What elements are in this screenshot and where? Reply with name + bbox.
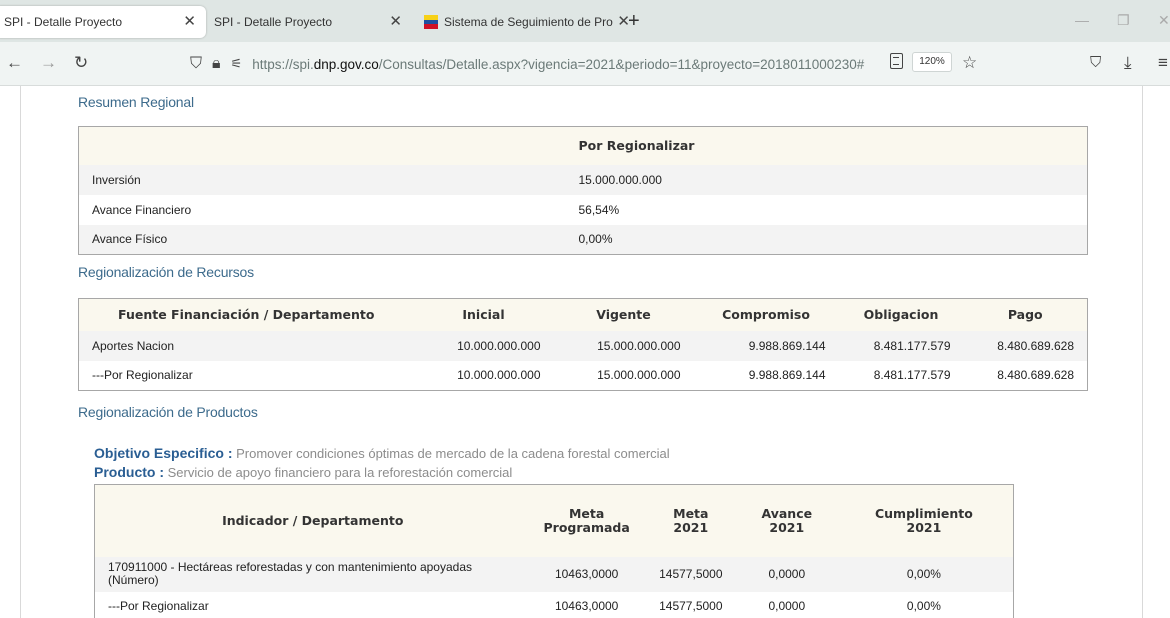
menu-icon[interactable]: ≡ — [1158, 53, 1168, 73]
objetivo-value: Promover condiciones óptimas de mercado … — [236, 446, 670, 461]
table-row: ---Por Regionalizar 10463,0000 14577,500… — [94, 591, 1014, 618]
reader-view-icon[interactable] — [890, 53, 903, 69]
header-cell: Pago — [1007, 307, 1043, 323]
table-row: ---Por Regionalizar 10.000.000.000 15.00… — [78, 360, 1088, 391]
cell-meta-2021: 14577,5000 — [659, 567, 723, 581]
objetivo-especifico: Objetivo Especifico : Promover condicion… — [94, 445, 670, 461]
minimize-icon[interactable]: — — [1075, 12, 1089, 28]
cell-compromiso: 9.988.869.144 — [748, 338, 826, 353]
producto-value: Servicio de apoyo financiero para la ref… — [167, 465, 513, 480]
header-cell: Meta 2021 — [673, 505, 709, 535]
cell-inicial: 10.000.000.000 — [457, 368, 541, 383]
resumen-regional-title: Resumen Regional — [78, 94, 194, 110]
cell-avance-2021: 0,0000 — [768, 599, 806, 614]
close-icon[interactable]: ✕ — [389, 13, 402, 31]
row-value: 15.000.000.000 — [578, 172, 662, 187]
tab-strip: SPI - Detalle Proyecto ✕ SPI - Detalle P… — [0, 0, 1170, 42]
table-row: Inversión 15.000.000.000 — [78, 164, 1088, 195]
download-icon[interactable]: ⤓ — [1124, 53, 1132, 73]
row-label: Aportes Nacion — [92, 338, 175, 353]
cell-avance-2021: 0,0000 — [768, 567, 806, 581]
regionalizacion-productos-table: Indicador / Departamento Meta Programada … — [94, 484, 1014, 618]
row-label: Avance Financiero — [92, 202, 192, 217]
forward-arrow-icon[interactable]: → — [40, 53, 57, 73]
row-label: 170911000 - Hectáreas reforestadas y con… — [108, 560, 473, 587]
table-row: Avance Físico 0,00% — [78, 224, 1088, 255]
header-cell: Por Regionalizar — [578, 138, 695, 154]
cell-cumplimiento-2021: 0,00% — [906, 567, 941, 581]
content-frame-left — [20, 86, 21, 618]
cell-pago: 8.480.689.628 — [997, 368, 1074, 383]
header-cell: Avance 2021 — [761, 505, 813, 535]
back-arrow-icon[interactable]: ← — [6, 53, 23, 73]
objetivo-label: Objetivo Especifico : — [94, 445, 233, 461]
zoom-level[interactable]: 120% — [912, 52, 952, 72]
cell-compromiso: 9.988.869.144 — [748, 368, 826, 383]
page-content: Resumen Regional Por Regionalizar Invers… — [0, 86, 1170, 618]
cell-inicial: 10.000.000.000 — [457, 338, 541, 353]
row-label: ---Por Regionalizar — [92, 368, 193, 383]
reload-icon[interactable]: ↻ — [74, 53, 88, 73]
lock-icon[interactable]: 🔒︎ — [212, 55, 221, 73]
pocket-icon[interactable]: ⛉ — [1090, 53, 1101, 73]
cell-obligacion: 8.481.177.579 — [873, 338, 951, 353]
cell-vigente: 15.000.000.000 — [597, 338, 681, 353]
header-cell: Cumplimiento 2021 — [874, 505, 973, 535]
navigation-toolbar: ← → ↻ ⛉ 🔒︎ ⚟ https://spi.dnp.gov.co/Cons… — [0, 42, 1170, 86]
table-header-row: Por Regionalizar — [78, 126, 1088, 165]
colombia-flag-icon — [424, 15, 438, 29]
regionalizacion-recursos-table: Fuente Financiación / Departamento Inici… — [78, 298, 1088, 391]
tab-title: Sistema de Seguimiento de Pro — [444, 15, 613, 29]
regionalizacion-productos-title: Regionalización de Productos — [78, 404, 258, 420]
content-frame-right — [1142, 86, 1143, 618]
cell-meta-programada: 10463,0000 — [554, 567, 619, 581]
new-tab-plus-icon[interactable]: + — [628, 10, 640, 32]
cell-obligacion: 8.481.177.579 — [873, 368, 951, 383]
row-value: 0,00% — [578, 232, 613, 247]
regionalizacion-recursos-title: Regionalización de Recursos — [78, 264, 254, 280]
header-cell: Compromiso — [722, 307, 810, 323]
tab-sistema[interactable]: Sistema de Seguimiento de Pro ✕ — [414, 6, 650, 38]
tab-title: SPI - Detalle Proyecto — [4, 15, 123, 29]
tab-spi-detalle-1[interactable]: SPI - Detalle Proyecto ✕ — [0, 6, 206, 38]
cell-pago: 8.480.689.628 — [997, 338, 1074, 353]
header-cell — [79, 127, 566, 165]
shield-icon[interactable]: ⛉ — [190, 55, 202, 73]
row-label: Inversión — [92, 172, 141, 187]
header-cell: Obligacion — [863, 307, 939, 323]
restore-icon[interactable]: ❐ — [1117, 12, 1130, 29]
close-icon[interactable]: ✕ — [183, 13, 196, 31]
permissions-icon[interactable]: ⚟ — [231, 56, 243, 72]
table-header-row: Indicador / Departamento Meta Programada … — [94, 484, 1014, 557]
table-header-row: Fuente Financiación / Departamento Inici… — [78, 298, 1088, 331]
url-text[interactable]: https://spi.dnp.gov.co/Consultas/Detalle… — [252, 57, 864, 72]
header-cell: Indicador / Departamento — [222, 512, 404, 528]
row-value: 56,54% — [578, 202, 620, 217]
cell-meta-2021: 14577,5000 — [659, 599, 723, 614]
table-row: Aportes Nacion 10.000.000.000 15.000.000… — [78, 330, 1088, 361]
resumen-regional-table: Por Regionalizar Inversión 15.000.000.00… — [78, 126, 1088, 255]
cell-vigente: 15.000.000.000 — [597, 368, 681, 383]
window-close-icon[interactable]: ✕ — [1158, 12, 1170, 29]
header-cell: Meta Programada — [543, 505, 630, 535]
cell-meta-programada: 10463,0000 — [554, 599, 619, 614]
table-row: Avance Financiero 56,54% — [78, 194, 1088, 225]
producto-label: Producto : — [94, 464, 164, 480]
header-cell: Fuente Financiación / Departamento — [118, 307, 375, 323]
table-row: 170911000 - Hectáreas reforestadas y con… — [94, 556, 1014, 592]
header-cell: Vigente — [596, 307, 651, 323]
row-label: Avance Físico — [92, 232, 168, 247]
tab-spi-detalle-2[interactable]: SPI - Detalle Proyecto ✕ — [204, 6, 412, 38]
bookmark-star-icon[interactable]: ☆ — [962, 53, 977, 73]
url-bar[interactable]: ⛉ 🔒︎ ⚟ https://spi.dnp.gov.co/Consultas/… — [190, 49, 990, 79]
cell-cumplimiento-2021: 0,00% — [906, 599, 941, 614]
tab-title: SPI - Detalle Proyecto — [214, 15, 333, 29]
header-cell: Inicial — [462, 307, 505, 323]
producto: Producto : Servicio de apoyo financiero … — [94, 464, 512, 480]
row-label: ---Por Regionalizar — [108, 598, 209, 613]
